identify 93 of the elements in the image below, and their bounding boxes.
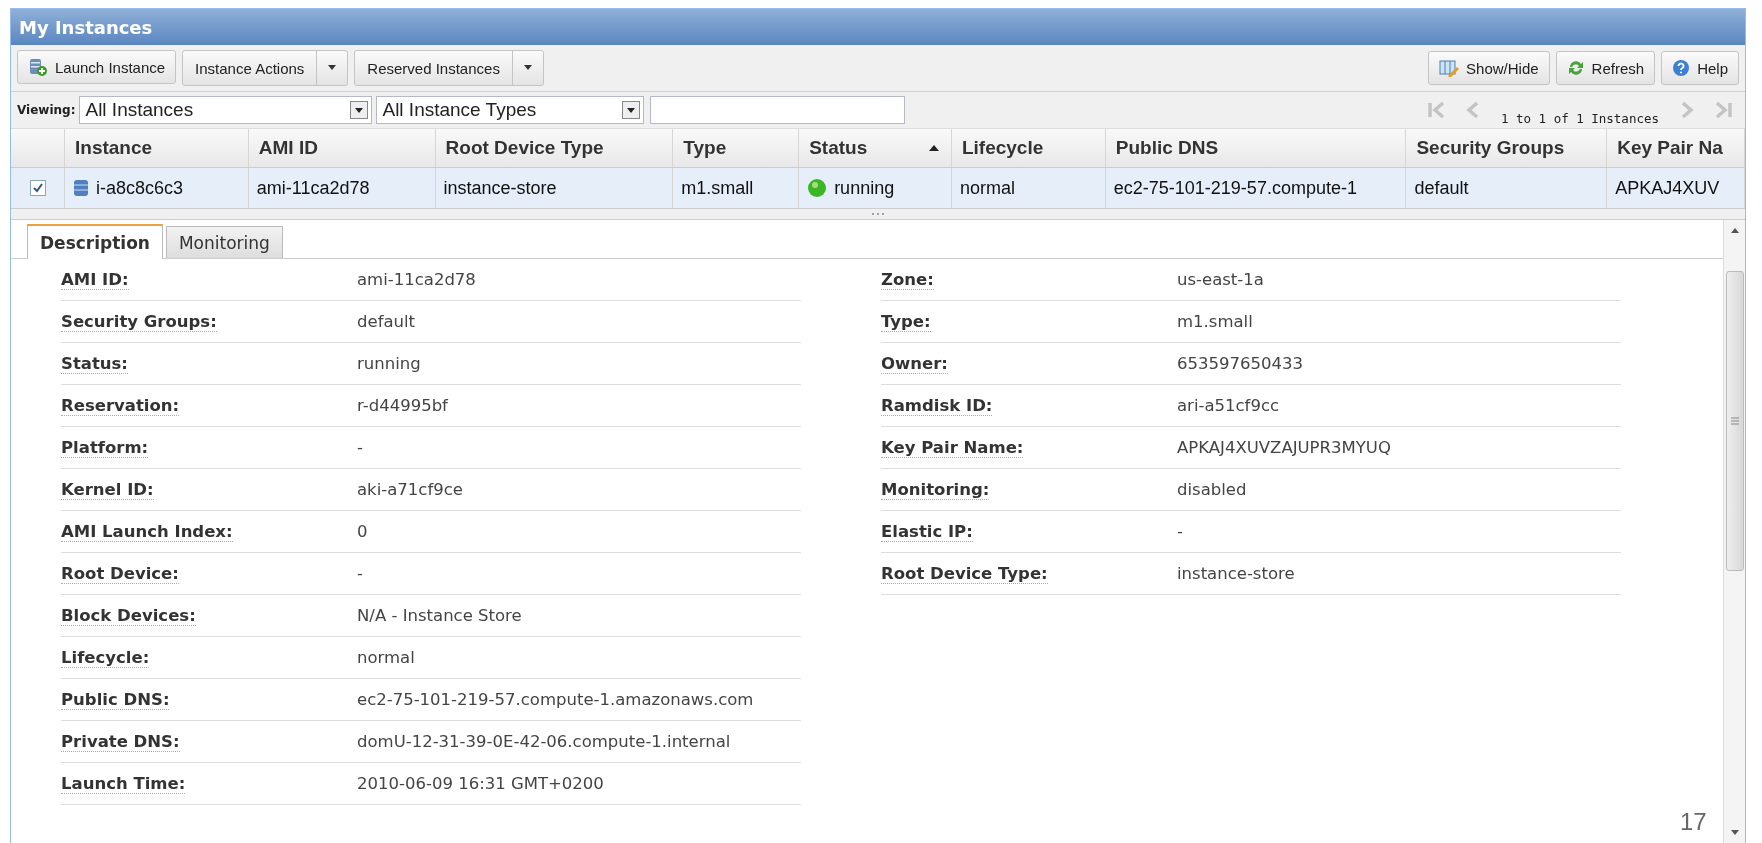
filter-dropdown[interactable]: All Instance Types	[376, 96, 645, 124]
show-hide-button[interactable]: Show/Hide	[1428, 51, 1550, 85]
previous-page-icon[interactable]	[1464, 100, 1481, 120]
window-title: My Instances	[19, 16, 153, 38]
grip-icon[interactable]	[871, 212, 885, 216]
field-label: Zone:	[881, 269, 934, 290]
field-value: disabled	[1177, 480, 1247, 499]
column-header[interactable]: AMI ID	[248, 129, 436, 167]
column-header[interactable]: Key Pair Na	[1607, 129, 1745, 167]
field-label: Type:	[881, 311, 931, 332]
field-value: instance-store	[1177, 564, 1295, 583]
field-label: Reservation:	[61, 395, 180, 416]
table-cell: instance-store	[443, 177, 557, 199]
field-label: Owner:	[881, 353, 948, 374]
button-label[interactable]: Instance Actions	[183, 51, 318, 85]
row-checkbox[interactable]	[29, 180, 46, 196]
field-label: Public DNS:	[61, 689, 170, 710]
field-value: us-east-1a	[1177, 270, 1264, 289]
field-label: Lifecycle:	[61, 647, 150, 668]
column-header[interactable]: Root Device Type	[435, 129, 674, 167]
field-value: 2010-06-09 16:31 GMT+0200	[357, 774, 604, 793]
field-value: domU-12-31-39-0E-42-06.compute-1.internal	[357, 732, 731, 751]
table-cell: default	[1414, 177, 1469, 199]
field-value: m1.small	[1177, 312, 1253, 331]
field-value: ami-11ca2d78	[357, 270, 476, 289]
database-icon	[73, 178, 89, 198]
field-value: 0	[357, 522, 368, 541]
scroll-thumb[interactable]	[1725, 271, 1744, 571]
scroll-down-icon[interactable]	[1730, 830, 1739, 835]
field-value: default	[357, 312, 416, 331]
field-value: -	[1177, 522, 1183, 541]
caret-icon[interactable]	[327, 65, 338, 71]
column-header[interactable]: Instance	[65, 129, 249, 167]
column-header[interactable]: Status	[799, 129, 952, 167]
field-label: Status:	[61, 353, 128, 374]
table-cell: i-a8c8c6c3	[96, 177, 184, 199]
field-label: Launch Time:	[61, 773, 186, 794]
table-cell: ami-11ca2d78	[256, 177, 370, 199]
field-label: Platform:	[61, 437, 149, 458]
tab[interactable]: Description	[27, 224, 163, 259]
button-label[interactable]: Reserved Instances	[355, 51, 513, 85]
field-label: Block Devices:	[61, 605, 196, 626]
field-value: normal	[357, 648, 415, 667]
field-label: AMI ID:	[61, 269, 129, 290]
field-label: Root Device:	[61, 563, 179, 584]
scroll-up-icon[interactable]	[1730, 228, 1739, 233]
field-value: running	[357, 354, 421, 373]
field-label: Security Groups:	[61, 311, 217, 332]
field-label: Ramdisk ID:	[881, 395, 993, 416]
field-value: APKAJ4XUVZAJUPR3MYUQ	[1177, 438, 1391, 457]
refresh-button[interactable]: Refresh	[1555, 51, 1656, 85]
field-value: r-d44995bf	[357, 396, 448, 415]
field-label: Root Device Type:	[881, 563, 1048, 584]
launch-button[interactable]: Launch Instance	[17, 50, 177, 84]
column-header[interactable]: Type	[673, 129, 800, 167]
column-header[interactable]: Lifecycle	[951, 129, 1106, 167]
table-cell: m1.small	[681, 177, 754, 199]
tab[interactable]: Monitoring	[165, 226, 283, 258]
columns-pencil-icon	[1439, 59, 1460, 77]
field-value: ari-a51cf9cc	[1177, 396, 1280, 415]
field-value: -	[357, 564, 363, 583]
field-label: Kernel ID:	[61, 479, 154, 500]
field-label: Monitoring:	[881, 479, 990, 500]
next-page-icon[interactable]	[1679, 100, 1695, 120]
help-button[interactable]: Help	[1661, 51, 1739, 85]
viewing-label: Viewing:	[17, 103, 76, 117]
filter-dropdown[interactable]: All Instances	[79, 96, 373, 124]
field-label: Key Pair Name:	[881, 437, 1024, 458]
column-header[interactable]: Public DNS	[1105, 129, 1407, 167]
field-label: Elastic IP:	[881, 521, 973, 542]
split-button[interactable]: Reserved Instances	[354, 50, 544, 86]
refresh-icon	[1566, 59, 1585, 77]
field-value: -	[357, 438, 363, 457]
field-value: N/A - Instance Store	[357, 606, 522, 625]
scrollbar[interactable]	[1723, 220, 1745, 843]
help-icon	[1672, 59, 1691, 77]
field-value: ec2-75-101-219-57.compute-1.amazonaws.com	[357, 690, 754, 709]
field-value: 653597650433	[1177, 354, 1303, 373]
caret-icon[interactable]	[522, 65, 533, 71]
table-row[interactable]: i-a8c8c6c3 ami-11ca2d78 instance-store m1.small running normal ec2-75-101-219-57.compute-1 default APKAJ4XUV	[11, 168, 1745, 209]
field-value: aki-a71cf9ce	[357, 480, 463, 499]
field-label: Private DNS:	[61, 731, 180, 752]
table-cell: ec2-75-101-219-57.compute-1	[1113, 177, 1357, 199]
table-cell: normal	[959, 177, 1015, 199]
table-cell: APKAJ4XUV	[1615, 177, 1720, 199]
split-button[interactable]: Instance Actions	[182, 50, 349, 86]
column-header[interactable]: Security Groups	[1406, 129, 1608, 167]
table-cell: running	[834, 177, 895, 199]
field-label: AMI Launch Index:	[61, 521, 233, 542]
pager-text: 1 to 1 of 1 Instances	[1500, 111, 1659, 126]
status-dot-icon	[807, 178, 828, 198]
server-add-icon	[28, 57, 48, 77]
search-field[interactable]	[650, 96, 906, 124]
